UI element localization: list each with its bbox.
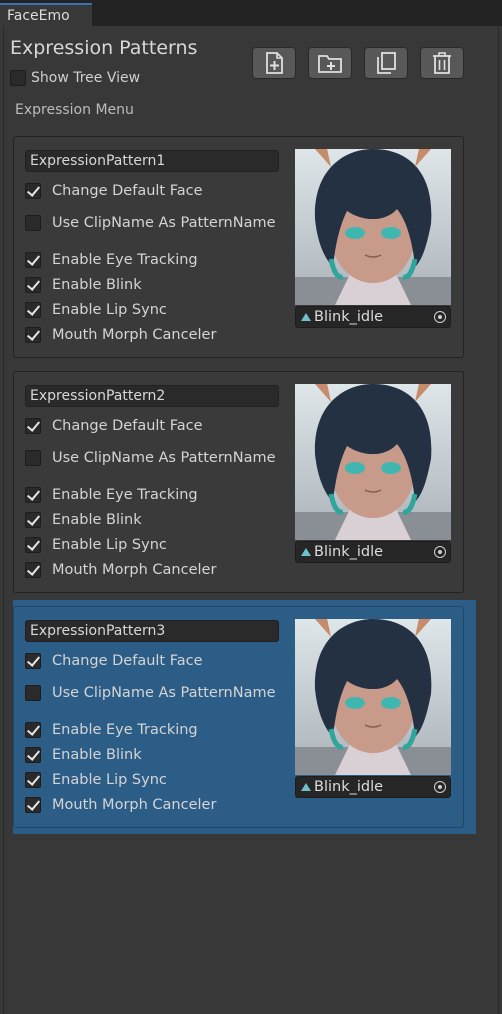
option-label: Change Default Face <box>52 183 203 199</box>
checkbox[interactable] <box>25 277 41 293</box>
clip-name: Blink_idle <box>314 544 384 560</box>
blink-toggle[interactable]: Enable Blink <box>25 275 142 295</box>
checkbox[interactable] <box>25 252 41 268</box>
checkbox[interactable] <box>25 512 41 528</box>
pattern-name-field[interactable]: ExpressionPattern1 <box>25 150 279 172</box>
pattern-name-field[interactable]: ExpressionPattern3 <box>25 620 279 642</box>
checkbox[interactable] <box>25 747 41 763</box>
option-label: Enable Lip Sync <box>52 537 167 553</box>
checkbox[interactable] <box>25 327 41 343</box>
animation-clip-field[interactable]: Blink_idle <box>295 776 451 798</box>
expression-preview-image <box>295 384 451 540</box>
lip-sync-toggle[interactable]: Enable Lip Sync <box>25 535 167 555</box>
object-picker-icon[interactable] <box>434 781 446 793</box>
option-label: Enable Blink <box>52 512 142 528</box>
delete-button[interactable] <box>420 47 464 79</box>
option-label: Enable Eye Tracking <box>52 722 198 738</box>
checkbox[interactable] <box>25 183 41 199</box>
pattern-card[interactable]: ExpressionPattern1 Change Default Face U… <box>13 136 464 358</box>
mouth-morph-toggle[interactable]: Mouth Morph Canceler <box>25 325 216 345</box>
option-label: Mouth Morph Canceler <box>52 562 217 578</box>
checkbox[interactable] <box>25 537 41 553</box>
show-tree-view-checkbox[interactable] <box>10 70 26 86</box>
option-label: Mouth Morph Canceler <box>52 327 217 343</box>
checkbox[interactable] <box>25 685 41 701</box>
option-label: Use ClipName As PatternName <box>52 685 276 701</box>
option-label: Enable Lip Sync <box>52 772 167 788</box>
show-tree-view-toggle[interactable]: Show Tree View <box>10 68 140 88</box>
checkbox[interactable] <box>25 302 41 318</box>
lip-sync-toggle[interactable]: Enable Lip Sync <box>25 300 167 320</box>
checkbox[interactable] <box>25 797 41 813</box>
animation-clip-field[interactable]: Blink_idle <box>295 541 451 563</box>
eye-tracking-toggle[interactable]: Enable Eye Tracking <box>25 485 198 505</box>
checkbox[interactable] <box>25 418 41 434</box>
change-default-face-toggle[interactable]: Change Default Face <box>25 181 203 201</box>
eye-tracking-toggle[interactable]: Enable Eye Tracking <box>25 720 198 740</box>
clip-name: Blink_idle <box>314 309 384 325</box>
add-pattern-button[interactable] <box>252 47 296 79</box>
add-group-button[interactable] <box>308 47 352 79</box>
checkbox[interactable] <box>25 772 41 788</box>
checkbox[interactable] <box>25 653 41 669</box>
option-label: Enable Lip Sync <box>52 302 167 318</box>
expression-preview-image <box>295 619 451 775</box>
trash-icon <box>433 52 451 74</box>
mouth-morph-toggle[interactable]: Mouth Morph Canceler <box>25 795 216 815</box>
change-default-face-toggle[interactable]: Change Default Face <box>25 416 203 436</box>
object-picker-icon[interactable] <box>434 311 446 323</box>
option-label: Enable Blink <box>52 747 142 763</box>
change-default-face-toggle[interactable]: Change Default Face <box>25 651 203 671</box>
checkbox[interactable] <box>25 487 41 503</box>
tab-title: FaceEmo <box>7 8 70 24</box>
window-tab-bar: FaceEmo <box>0 0 502 26</box>
checkbox[interactable] <box>25 215 41 231</box>
pattern-card[interactable]: ExpressionPattern2 Change Default Face U… <box>13 371 464 593</box>
option-label: Change Default Face <box>52 418 203 434</box>
expression-preview-image <box>295 149 451 305</box>
animation-clip-icon <box>301 548 311 556</box>
faceemo-tab[interactable]: FaceEmo <box>0 3 92 26</box>
option-label: Use ClipName As PatternName <box>52 215 276 231</box>
pattern-name-field[interactable]: ExpressionPattern2 <box>25 385 279 407</box>
mouth-morph-toggle[interactable]: Mouth Morph Canceler <box>25 560 216 580</box>
option-label: Change Default Face <box>52 653 203 669</box>
copy-icon <box>377 52 396 74</box>
new-folder-icon <box>318 55 342 73</box>
pattern-card[interactable]: ExpressionPattern3 Change Default Face U… <box>13 606 464 828</box>
use-clipname-toggle[interactable]: Use ClipName As PatternName <box>25 448 276 468</box>
option-label: Enable Blink <box>52 277 142 293</box>
checkbox[interactable] <box>25 450 41 466</box>
eye-tracking-toggle[interactable]: Enable Eye Tracking <box>25 250 198 270</box>
use-clipname-toggle[interactable]: Use ClipName As PatternName <box>25 683 276 703</box>
animation-clip-field[interactable]: Blink_idle <box>295 306 451 328</box>
object-picker-icon[interactable] <box>434 546 446 558</box>
clip-name: Blink_idle <box>314 779 384 795</box>
animation-clip-icon <box>301 783 311 791</box>
option-label: Enable Eye Tracking <box>52 252 198 268</box>
page-title: Expression Patterns <box>10 37 198 59</box>
checkbox[interactable] <box>25 722 41 738</box>
checkbox[interactable] <box>25 562 41 578</box>
expression-menu-label: Expression Menu <box>15 102 134 118</box>
option-label: Mouth Morph Canceler <box>52 797 217 813</box>
option-label: Enable Eye Tracking <box>52 487 198 503</box>
option-label: Use ClipName As PatternName <box>52 450 276 466</box>
blink-toggle[interactable]: Enable Blink <box>25 510 142 530</box>
blink-toggle[interactable]: Enable Blink <box>25 745 142 765</box>
animation-clip-icon <box>301 313 311 321</box>
copy-button[interactable] <box>364 47 408 79</box>
new-file-icon <box>266 52 283 74</box>
use-clipname-toggle[interactable]: Use ClipName As PatternName <box>25 213 276 233</box>
lip-sync-toggle[interactable]: Enable Lip Sync <box>25 770 167 790</box>
show-tree-view-label: Show Tree View <box>31 70 141 86</box>
